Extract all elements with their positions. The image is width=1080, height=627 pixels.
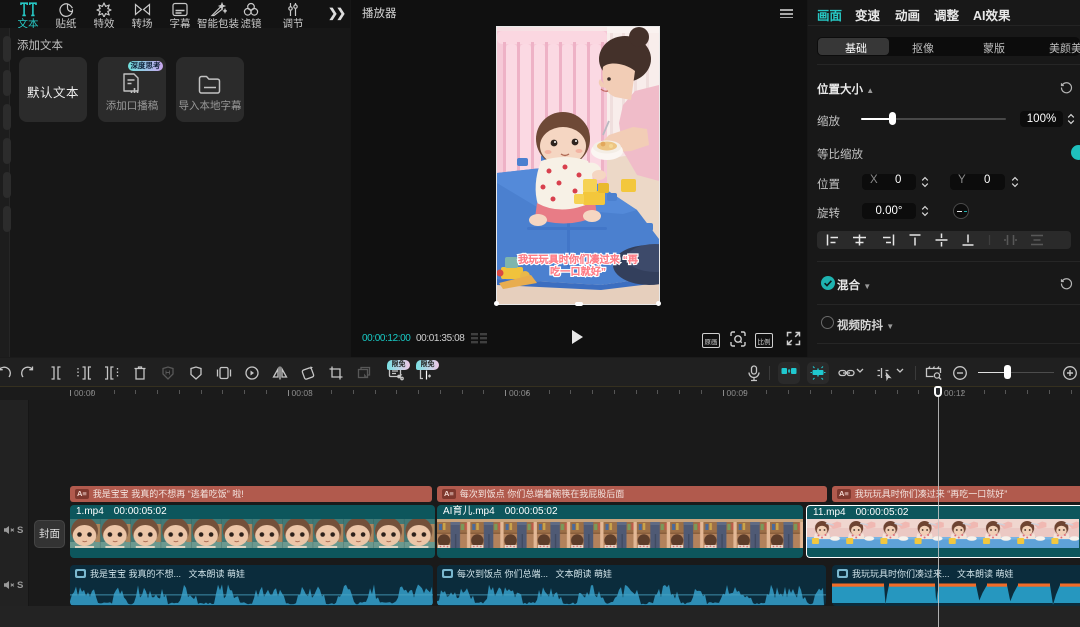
svg-text:吃一口就好”: 吃一口就好” <box>550 265 606 278</box>
svg-text:我玩玩具时你们凑过来 “再: 我玩玩具时你们凑过来 “再 <box>518 253 639 266</box>
